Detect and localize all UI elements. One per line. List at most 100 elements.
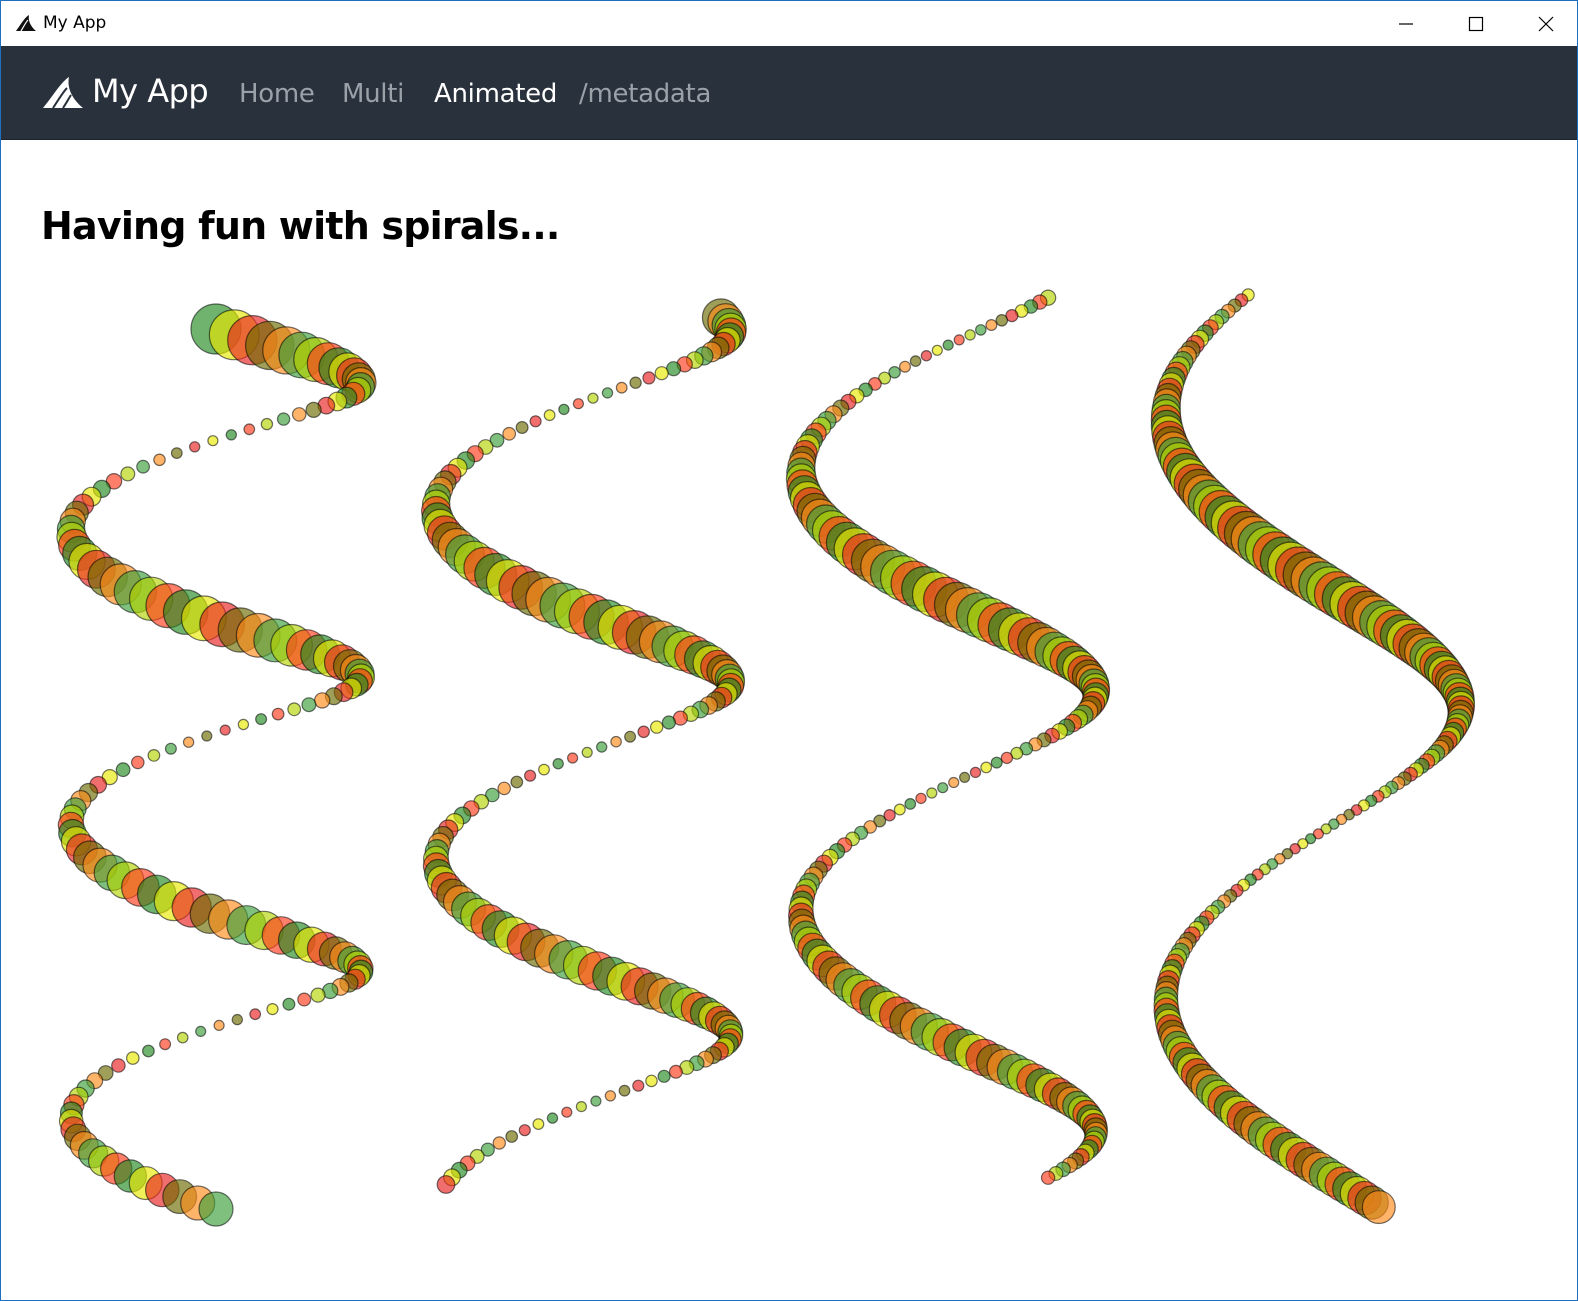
spiral-point (276, 412, 291, 426)
spiral-point (164, 742, 177, 755)
spiral-point (243, 423, 256, 436)
spiral-point (260, 417, 274, 431)
spiral-point (310, 987, 326, 1003)
spiral-point (291, 407, 307, 422)
spiral-point (904, 798, 917, 810)
spiral-point (926, 787, 938, 799)
spiral-point (645, 1074, 658, 1088)
spiral-point (909, 355, 922, 367)
brand-title[interactable]: My App (92, 72, 209, 110)
spiral-point (502, 426, 517, 441)
spiral-point (111, 1058, 126, 1073)
spiral-point (266, 1002, 279, 1016)
spiral-point (271, 707, 285, 721)
spiral-point (969, 766, 982, 779)
close-button[interactable] (1511, 1, 1577, 46)
minimize-icon (1399, 22, 1413, 25)
nav-home-link[interactable]: Home (239, 79, 315, 109)
page-title: Having fun with spirals... (41, 204, 560, 248)
spiral-point (629, 376, 642, 389)
spiral-point (538, 763, 550, 776)
spiral-point (153, 453, 166, 467)
spiral-point (314, 692, 331, 709)
spiral-point (995, 313, 1009, 327)
spiral-point (964, 329, 976, 341)
spiral-panel-3 (771, 281, 1126, 1241)
spiral-point (558, 403, 570, 416)
spiral-point (213, 1019, 225, 1032)
spiral-point (980, 761, 993, 774)
spiral-point (618, 1084, 631, 1097)
spiral-point (237, 718, 250, 731)
spiral-point (654, 366, 669, 381)
shark-fin-icon (16, 15, 36, 32)
spiral-point (510, 775, 524, 789)
spiral-point (131, 755, 145, 770)
spiral-point (546, 1112, 559, 1124)
spiral-point (436, 1175, 456, 1194)
spiral-svg-1 (56, 303, 377, 1227)
spiral-point (615, 381, 628, 394)
spiral-point (567, 752, 579, 764)
spiral-point (915, 792, 927, 805)
minimize-button[interactable] (1371, 1, 1441, 46)
maximize-icon (1468, 16, 1484, 31)
spiral-point (505, 1130, 519, 1143)
spiral-point (198, 1191, 234, 1227)
spiral-point (920, 349, 933, 362)
spiral-point (575, 1100, 587, 1113)
spiral-point (1361, 1190, 1396, 1225)
spiral-point (515, 421, 529, 435)
spiral-point (899, 360, 912, 373)
spiral-point (201, 730, 213, 742)
spiral-point (948, 776, 960, 789)
spiral-point (249, 1008, 262, 1021)
nav-animated-link[interactable]: Animated (434, 79, 557, 109)
spiral-point (297, 992, 312, 1007)
nav-multi-link[interactable]: Multi (342, 79, 404, 109)
spiral-point (561, 1106, 573, 1118)
spiral-point (115, 762, 131, 778)
spiral-point (492, 1136, 507, 1150)
spiral-point (497, 781, 511, 796)
spiral-point (937, 782, 949, 794)
spiral-point (959, 771, 971, 783)
spiral-svg-2 (421, 298, 747, 1194)
close-icon (1538, 16, 1554, 31)
spiral-point (529, 415, 542, 428)
nav-metadata-link[interactable]: /metadata (579, 79, 711, 109)
spiral-point (159, 1038, 172, 1051)
spiral-point (975, 324, 987, 336)
spiral-point (305, 401, 322, 418)
spiral-point (985, 318, 998, 331)
spiral-point (649, 720, 664, 734)
spiral-point (287, 702, 302, 717)
spiral-point (572, 398, 584, 410)
spiral-panel-2 (406, 281, 761, 1241)
spiral-point (170, 447, 183, 460)
spiral-point (1000, 751, 1014, 765)
spiral-point (532, 1118, 545, 1130)
maximize-button[interactable] (1441, 1, 1511, 46)
spiral-point (595, 741, 608, 753)
spiral-point (942, 339, 954, 351)
spiral-point (231, 1013, 243, 1026)
spiral-point (552, 758, 564, 770)
spiral-point (523, 769, 537, 782)
app-window: My App My App Home Multi Animated /metad… (0, 0, 1578, 1301)
spiral-point (518, 1124, 531, 1137)
spiral-point (141, 1044, 155, 1058)
spiral-point (543, 409, 556, 422)
spiral-point (126, 1051, 140, 1065)
spiral-point (207, 435, 219, 447)
title-bar[interactable]: My App (1, 1, 1577, 46)
shark-fin-icon[interactable] (41, 76, 85, 110)
spiral-point (136, 459, 150, 474)
spiral-point (147, 749, 161, 762)
top-navbar: My App Home Multi Animated /metadata (1, 46, 1577, 140)
spiral-point (225, 429, 237, 441)
spiral-point (195, 1025, 207, 1038)
spiral-point (282, 997, 296, 1011)
spiral-point (604, 1090, 617, 1102)
spiral-point (624, 730, 637, 743)
